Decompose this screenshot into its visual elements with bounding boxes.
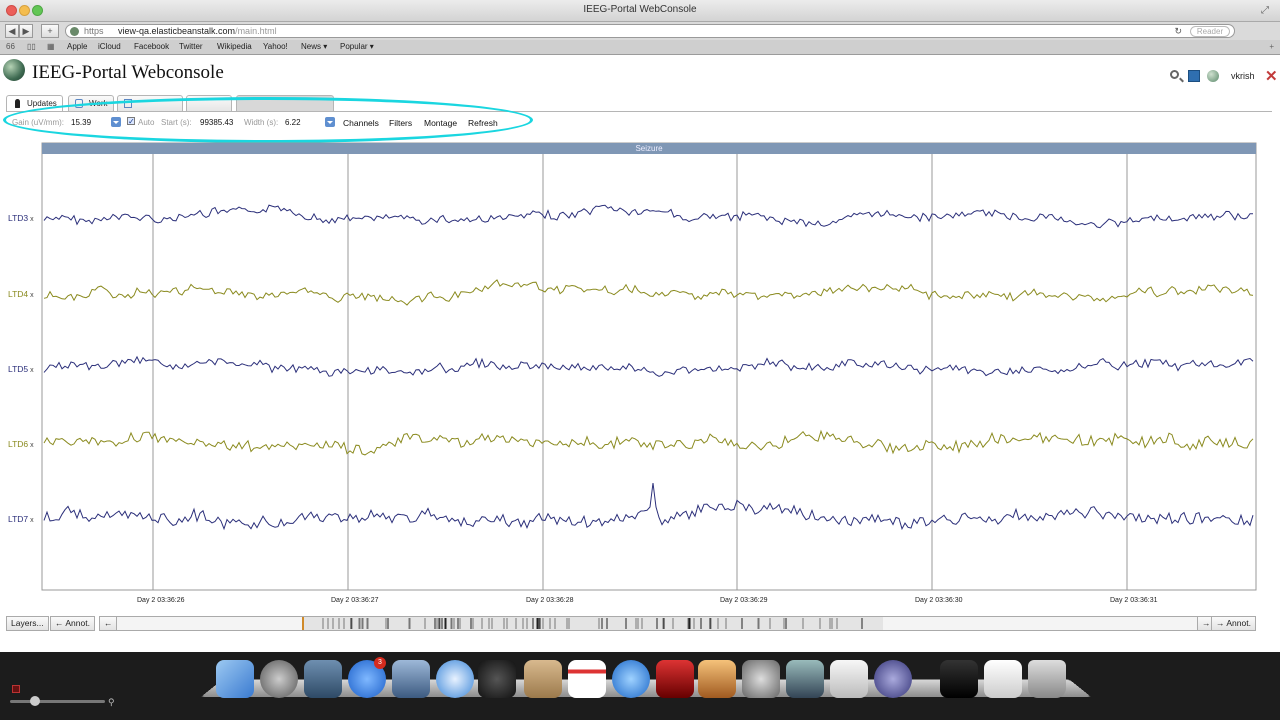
overview-scrollbar[interactable] <box>116 616 1198 631</box>
channel-label-ltd3[interactable]: LTD3 x <box>8 213 34 223</box>
annotation-ticks <box>302 617 863 630</box>
time-machine-icon[interactable] <box>874 660 912 698</box>
zoom-magnifier-icon: ⚲ <box>108 697 115 707</box>
time-label: Day 2 03:36:26 <box>137 597 185 604</box>
zoom-slider[interactable] <box>10 700 105 703</box>
time-label: Day 2 03:36:29 <box>720 597 768 604</box>
site-icon <box>70 27 79 36</box>
channel-name: LTD6 <box>8 439 29 449</box>
screen: IEEG-Portal WebConsole ⤢ ◀ ▶ + https vie… <box>0 0 1280 720</box>
profile-icon[interactable] <box>1207 70 1219 82</box>
seizure-annotation[interactable]: Seizure <box>42 143 1256 154</box>
iphoto-icon[interactable] <box>698 660 736 698</box>
folder-stack-icon[interactable] <box>940 660 978 698</box>
username[interactable]: vkrish <box>1231 71 1255 81</box>
bookmarks-icon[interactable]: ▯▯ <box>27 42 36 51</box>
finder-icon[interactable] <box>216 660 254 698</box>
bookmark-yahoo[interactable]: Yahoo! <box>263 42 288 51</box>
forward-button[interactable]: ▶ <box>19 24 33 38</box>
bookmark-news[interactable]: News ▾ <box>301 42 327 51</box>
person-icon <box>15 99 20 108</box>
url-host: view-qa.elasticbeanstalk.com <box>118 26 236 36</box>
launchpad-icon[interactable] <box>260 660 298 698</box>
trash-icon[interactable] <box>1028 660 1066 698</box>
reload-icon[interactable]: ↻ <box>1174 25 1182 37</box>
eeg-trace-ltd4 <box>43 279 1254 306</box>
bookmark-icloud[interactable]: iCloud <box>98 42 121 51</box>
next-annotation-button[interactable]: → Annot. <box>1211 616 1256 631</box>
bookmark-facebook[interactable]: Facebook <box>134 42 169 51</box>
eeg-trace-ltd3 <box>43 204 1254 229</box>
eeg-viewer[interactable]: Seizure LTD3 x LTD4 x LTD5 x LTD6 x LTD7 x Da… <box>0 140 1280 610</box>
itunes-icon[interactable] <box>612 660 650 698</box>
time-label: Day 2 03:36:28 <box>526 597 574 604</box>
safari-icon[interactable] <box>436 660 474 698</box>
remove-channel-icon[interactable]: x <box>30 216 34 223</box>
browser-toolbar: ◀ ▶ + https view-qa.elasticbeanstalk.com… <box>0 22 1280 40</box>
navigation-strip: Layers... ← Annot. ← → → Annot. <box>6 616 1258 632</box>
ieeg-logo-icon <box>3 59 25 81</box>
system-preferences-icon[interactable] <box>742 660 780 698</box>
prev-page-button[interactable]: ← <box>99 616 118 631</box>
desktop-dock-area: ⚲ 3 <box>0 652 1280 720</box>
remove-channel-icon[interactable]: x <box>30 517 34 524</box>
remove-channel-icon[interactable]: x <box>30 292 34 299</box>
url-text: view-qa.elasticbeanstalk.com/main.html <box>118 25 277 37</box>
add-bookmark-icon[interactable]: + <box>1269 42 1274 51</box>
bookmark-apple[interactable]: Apple <box>67 42 87 51</box>
logout-close-icon[interactable]: ✕ <box>1265 67 1278 85</box>
bookmark-wikipedia[interactable]: Wikipedia <box>217 42 252 51</box>
layers-button[interactable]: Layers... <box>6 616 49 631</box>
search-icon[interactable] <box>1170 70 1179 79</box>
facetime-icon[interactable] <box>478 660 516 698</box>
eeg-trace-ltd7 <box>43 482 1254 531</box>
time-label: Day 2 03:36:27 <box>331 597 379 604</box>
bookmark-popular[interactable]: Popular ▾ <box>340 42 374 51</box>
save-icon[interactable] <box>1188 70 1200 82</box>
channel-label-ltd6[interactable]: LTD6 x <box>8 439 34 449</box>
highlight-annotation-ellipse <box>3 97 533 143</box>
document-stack-icon[interactable] <box>984 660 1022 698</box>
channel-name: LTD7 <box>8 514 29 524</box>
prev-annotation-button[interactable]: ← Annot. <box>50 616 95 631</box>
app-store-badge: 3 <box>374 657 386 669</box>
zoom-slider-knob[interactable] <box>30 696 40 706</box>
app-header: IEEG-Portal Webconsole vkrish ✕ <box>0 56 1280 92</box>
eeg-trace-ltd6 <box>43 429 1254 456</box>
channel-label-ltd5[interactable]: LTD5 x <box>8 364 34 374</box>
time-label: Day 2 03:36:30 <box>915 597 963 604</box>
url-scheme: https <box>84 26 104 36</box>
channel-label-ltd7[interactable]: LTD7 x <box>8 514 34 524</box>
calendar-icon[interactable] <box>568 660 606 698</box>
photo-booth-icon[interactable] <box>656 660 694 698</box>
mission-control-icon[interactable] <box>304 660 342 698</box>
window-title: IEEG-Portal WebConsole <box>583 4 697 15</box>
window-titlebar[interactable]: IEEG-Portal WebConsole ⤢ <box>0 0 1280 22</box>
bookmarks-bar: 66 ▯▯ ▦ Apple iCloud Facebook Twitter Wi… <box>0 40 1280 55</box>
fullscreen-icon[interactable]: ⤢ <box>1261 5 1272 16</box>
eeg-plot[interactable] <box>0 140 1280 610</box>
back-button[interactable]: ◀ <box>5 24 19 38</box>
address-bar[interactable]: https view-qa.elasticbeanstalk.com/main.… <box>65 24 1235 38</box>
textedit-icon[interactable] <box>830 660 868 698</box>
remove-channel-icon[interactable]: x <box>30 367 34 374</box>
channel-name: LTD3 <box>8 213 29 223</box>
bookmark-twitter[interactable]: Twitter <box>179 42 203 51</box>
time-label: Day 2 03:36:31 <box>1110 597 1158 604</box>
channel-name: LTD5 <box>8 364 29 374</box>
top-sites-icon[interactable]: ▦ <box>47 42 55 51</box>
app-title: IEEG-Portal Webconsole <box>32 62 224 83</box>
reader-button[interactable]: Reader <box>1190 26 1230 37</box>
imovie-icon[interactable] <box>786 660 824 698</box>
url-path: /main.html <box>235 26 277 36</box>
preview-icon[interactable] <box>392 660 430 698</box>
eeg-trace-ltd5 <box>43 355 1254 377</box>
channel-label-ltd4[interactable]: LTD4 x <box>8 289 34 299</box>
contacts-icon[interactable] <box>524 660 562 698</box>
reading-list-icon[interactable]: 66 <box>6 42 15 51</box>
new-tab-button[interactable]: + <box>41 24 59 38</box>
remove-channel-icon[interactable]: x <box>30 442 34 449</box>
recording-indicator-icon <box>12 685 20 693</box>
channel-name: LTD4 <box>8 289 29 299</box>
